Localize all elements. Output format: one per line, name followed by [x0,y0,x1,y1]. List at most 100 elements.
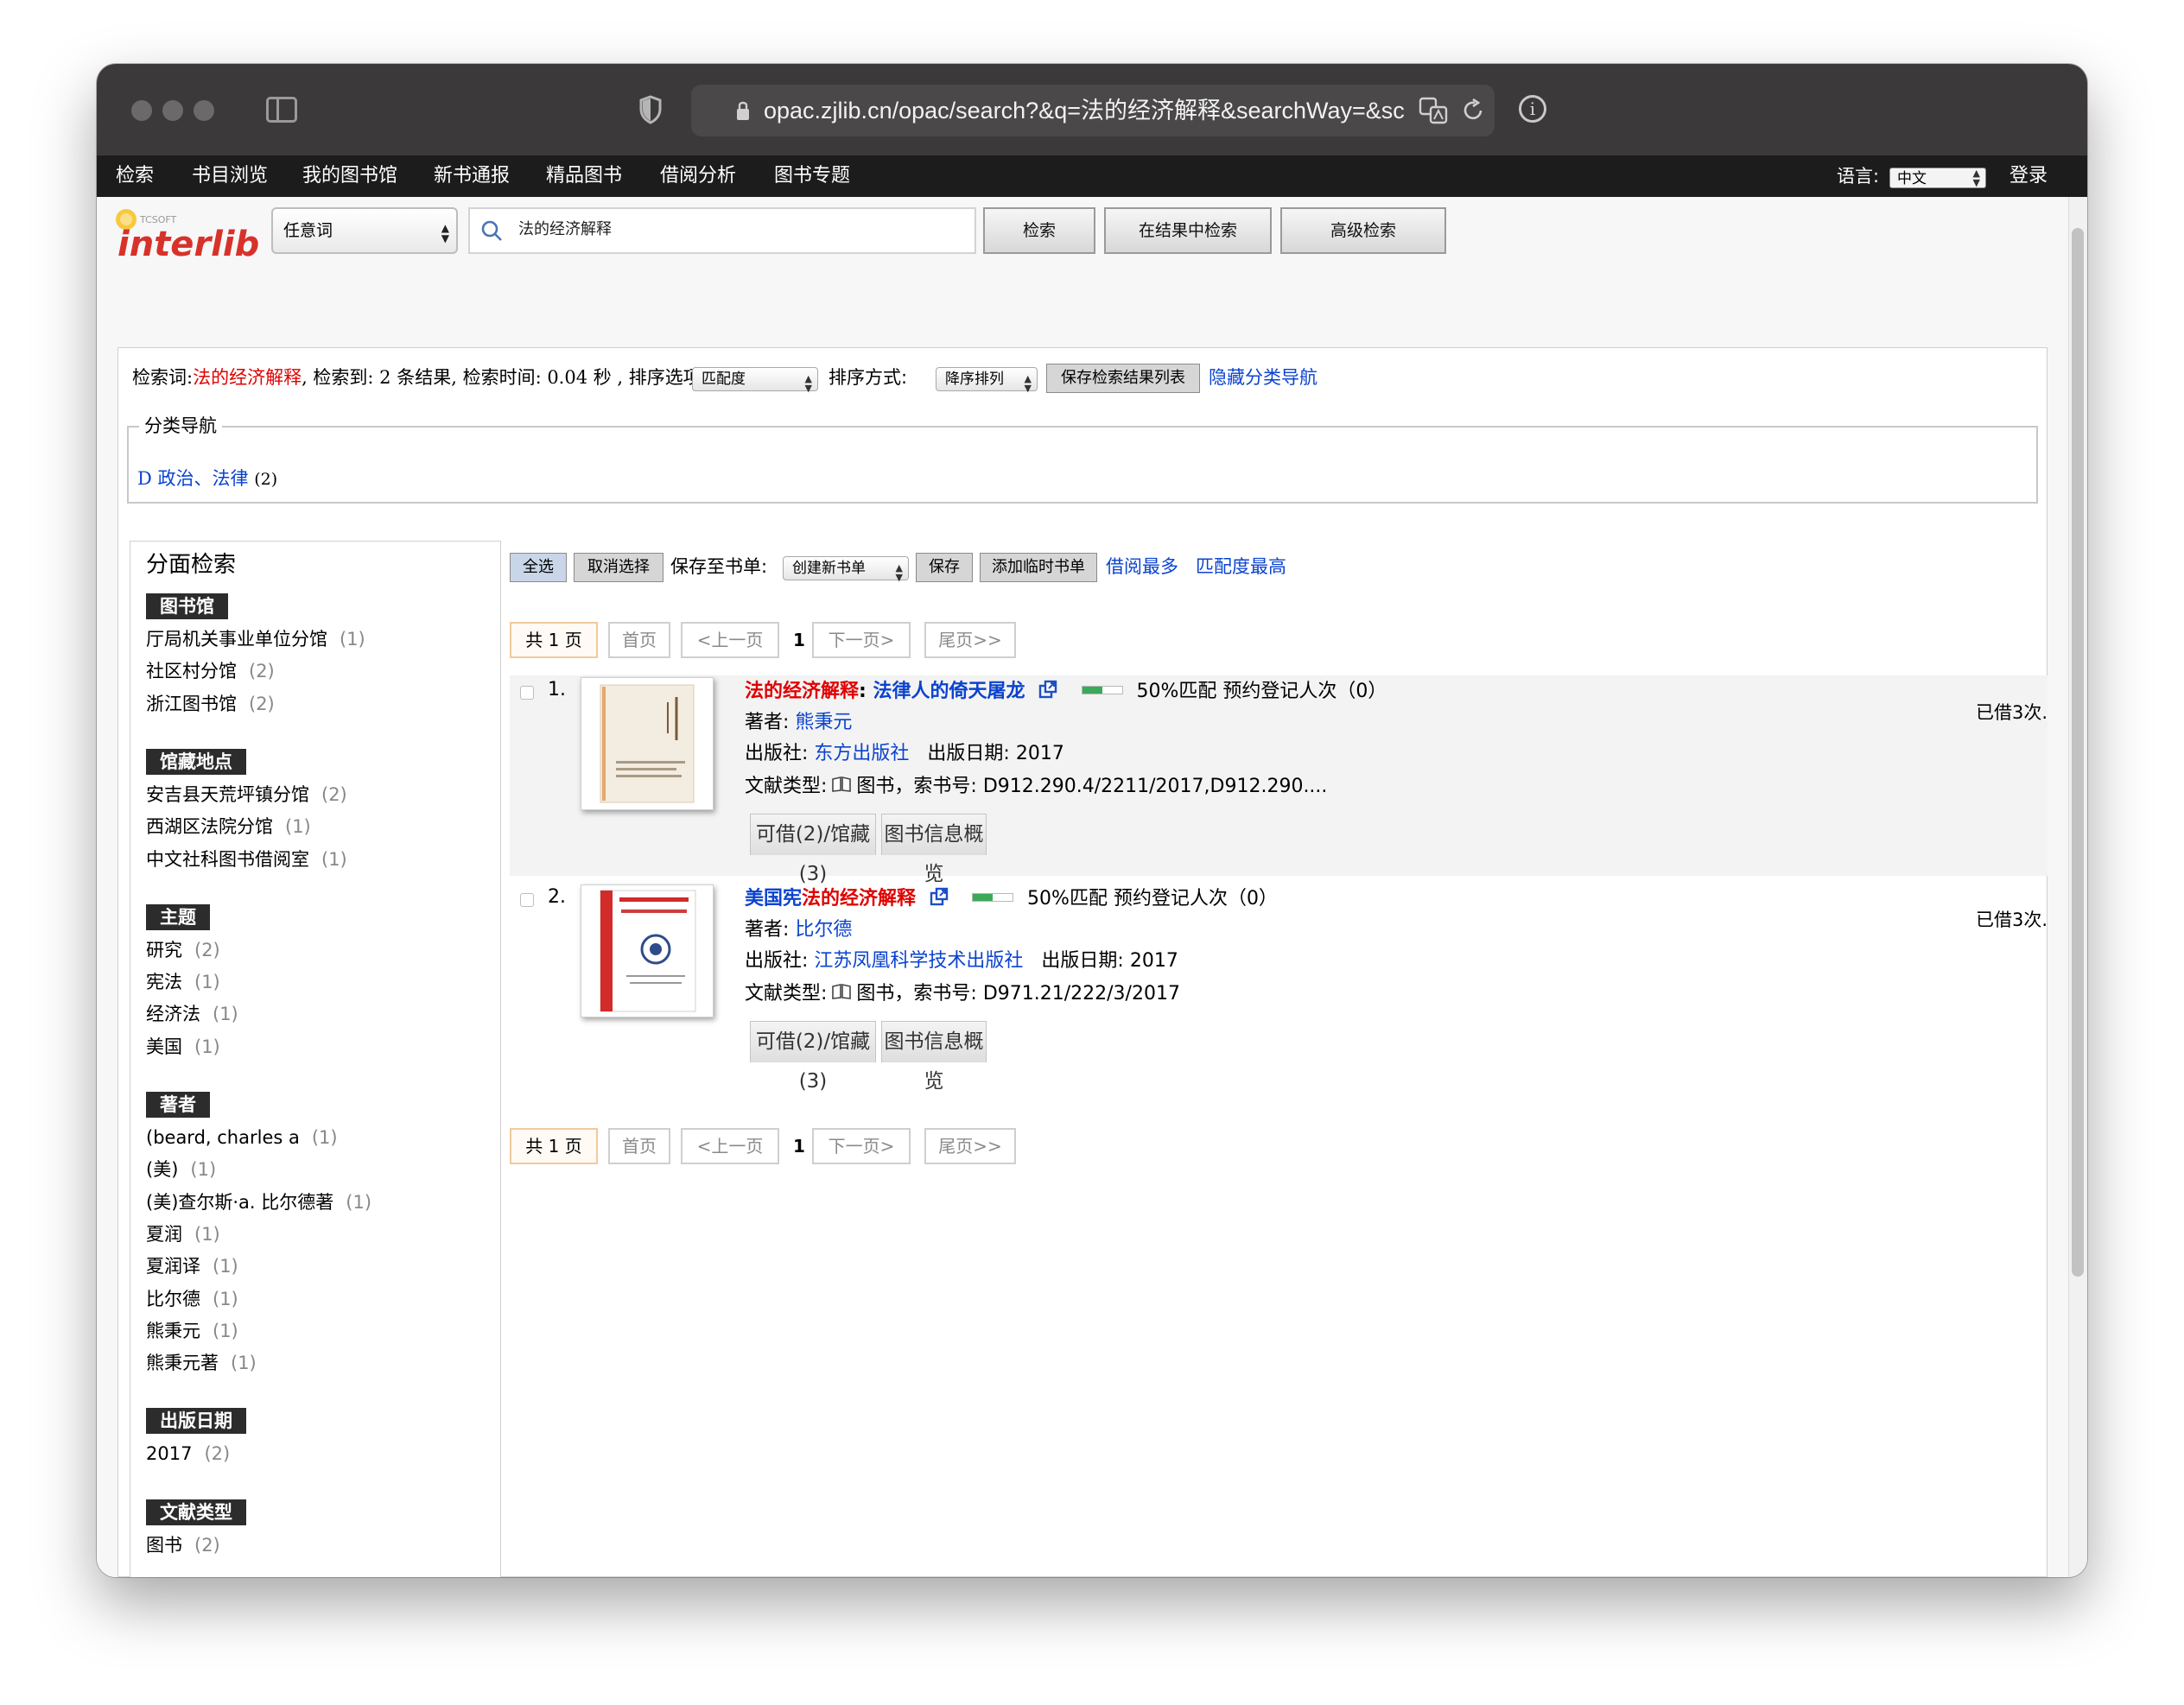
pager-last[interactable]: 尾页>> [924,622,1016,658]
facet-item[interactable]: 浙江图书馆 (2) [146,691,275,717]
tab-availability[interactable]: 可借(2)/馆藏(3) [750,1021,876,1093]
facet-item[interactable]: 夏润 (1) [146,1221,220,1247]
result-checkbox[interactable] [520,893,534,907]
search-field-select[interactable]: 任意词 ▲ ▼ [271,207,458,254]
facet-item[interactable]: 社区村分馆 (2) [146,658,275,684]
interlib-logo[interactable]: TCSOFT interlib [114,206,266,269]
facet-item[interactable]: 研究 (2) [146,937,220,963]
save-result-list-button[interactable]: 保存检索结果列表 [1046,364,1200,393]
facet-item-label[interactable]: 中文社科图书借阅室 [146,849,309,870]
facet-item[interactable]: 夏润译 (1) [146,1253,238,1279]
facet-item-label[interactable]: 经济法 [146,1004,200,1024]
facet-item-label[interactable]: 2017 [146,1443,192,1464]
pager-next[interactable]: 下一页> [812,1128,911,1164]
nav-item-my-library[interactable]: 我的图书馆 [302,164,397,188]
close-window-button[interactable] [131,100,152,121]
facet-item-label[interactable]: 夏润 [146,1224,182,1245]
advanced-search-button[interactable]: 高级检索 [1280,207,1446,254]
facet-item-label[interactable]: 宪法 [146,972,182,992]
select-all-button[interactable]: 全选 [510,553,567,582]
facet-item-label[interactable]: 安吉县天荒坪镇分馆 [146,784,309,805]
nav-item-browse[interactable]: 书目浏览 [192,164,268,188]
facet-item[interactable]: 安吉县天荒坪镇分馆 (2) [146,782,347,808]
author-link[interactable]: 熊秉元 [795,712,852,733]
tab-book-overview[interactable]: 图书信息概览 [881,814,987,885]
facet-item-label[interactable]: 夏润译 [146,1256,200,1277]
facet-item[interactable]: (beard, charles a (1) [146,1125,338,1150]
facet-item-label[interactable]: 比尔德 [146,1289,200,1309]
sort-most-borrowed-link[interactable]: 借阅最多 [1106,553,1178,580]
reload-icon[interactable] [1460,97,1486,124]
deselect-button[interactable]: 取消选择 [574,553,663,582]
tab-book-overview[interactable]: 图书信息概览 [881,1021,987,1093]
hide-category-nav-link[interactable]: 隐藏分类导航 [1209,364,1317,391]
sort-best-match-link[interactable]: 匹配度最高 [1196,553,1286,580]
sidebar-toggle-icon[interactable] [266,97,297,123]
title-highlight[interactable]: 法的经济解释 [802,888,916,910]
title-subtitle[interactable]: 法律人的倚天屠龙 [873,681,1025,702]
result-title[interactable]: 美国宪法的经济解释 50%匹配 预约登记人次（0） [745,886,1278,912]
facet-item-label[interactable]: 浙江图书馆 [146,694,237,714]
zoom-window-button[interactable] [194,100,214,121]
facet-item[interactable]: (美)查尔斯·a. 比尔德著 (1) [146,1189,371,1215]
translate-icon[interactable] [1419,97,1450,124]
author-link[interactable]: 比尔德 [795,919,852,941]
facet-item-label[interactable]: 西湖区法院分馆 [146,816,273,837]
book-cover-image[interactable] [581,677,714,810]
facet-item[interactable]: 图书 (2) [146,1532,220,1558]
facet-item[interactable]: 熊秉元 (1) [146,1318,238,1344]
external-link-icon[interactable] [930,887,949,906]
category-item-politics-law[interactable]: D 政治、法律 (2) [137,466,277,492]
facet-item[interactable]: 2017 (2) [146,1441,230,1467]
facet-item[interactable]: 经济法 (1) [146,1001,238,1027]
minimize-window-button[interactable] [162,100,183,121]
title-prefix[interactable]: 美国宪 [745,888,802,910]
nav-item-featured-books[interactable]: 精品图书 [546,164,622,188]
facet-item[interactable]: 宪法 (1) [146,969,220,995]
facet-item[interactable]: 西湖区法院分馆 (1) [146,814,311,840]
facet-item[interactable]: 熊秉元著 (1) [146,1350,257,1376]
address-bar[interactable]: opac.zjlib.cn/opac/search?&q=法的经济解释&sear… [691,85,1495,136]
facet-item-label[interactable]: 厅局机关事业单位分馆 [146,629,327,650]
facet-item[interactable]: 比尔德 (1) [146,1286,238,1312]
pager-last[interactable]: 尾页>> [924,1128,1016,1164]
nav-item-new-books[interactable]: 新书通报 [434,164,510,188]
facet-item[interactable]: 中文社科图书借阅室 (1) [146,846,347,872]
facet-item-label[interactable]: 研究 [146,940,182,960]
search-button[interactable]: 检索 [983,207,1095,254]
tab-availability[interactable]: 可借(2)/馆藏(3) [750,814,876,885]
nav-item-book-topics[interactable]: 图书专题 [774,164,850,188]
facet-item-label[interactable]: (beard, charles a [146,1127,300,1148]
facet-item-label[interactable]: (美)查尔斯·a. 比尔德著 [146,1192,333,1213]
shield-icon[interactable] [639,95,662,124]
facet-item-label[interactable]: 社区村分馆 [146,661,237,681]
facet-item[interactable]: (美) (1) [146,1157,216,1182]
add-temp-booklist-button[interactable]: 添加临时书单 [980,553,1097,582]
pager-prev[interactable]: <上一页 [681,1128,779,1164]
facet-item-label[interactable]: 图书 [146,1535,182,1556]
facet-item-label[interactable]: 熊秉元著 [146,1353,219,1373]
login-link[interactable]: 登录 [2009,164,2048,188]
info-icon[interactable]: i [1519,95,1546,123]
category-item-label[interactable]: D 政治、法律 [137,468,249,489]
book-cover-image[interactable] [581,884,714,1017]
sort-order-select[interactable]: 降序排列 ▲ ▼ [936,367,1038,393]
title-highlight[interactable]: 法的经济解释 [745,681,859,702]
scrollbar-thumb[interactable] [2072,228,2084,1277]
publisher-link[interactable]: 江苏凤凰科学技术出版社 [814,950,1023,972]
booklist-select[interactable]: 创建新书单 ▲ ▼ [783,556,909,582]
language-select[interactable]: 中文 ▲ ▼ [1889,168,1986,188]
external-link-icon[interactable] [1038,680,1057,699]
pager-first[interactable]: 首页 [608,622,670,658]
nav-item-search[interactable]: 检索 [116,164,154,188]
nav-item-borrow-analysis[interactable]: 借阅分析 [660,164,736,188]
search-within-results-button[interactable]: 在结果中检索 [1104,207,1272,254]
pager-prev[interactable]: <上一页 [681,622,779,658]
facet-item[interactable]: 美国 (1) [146,1034,220,1060]
pager-first[interactable]: 首页 [608,1128,670,1164]
result-title[interactable]: 法的经济解释: 法律人的倚天屠龙 50%匹配 预约登记人次（0） [745,679,1387,705]
sort-option-select[interactable]: 匹配度 ▲ ▼ [692,367,818,393]
pager-next[interactable]: 下一页> [812,622,911,658]
facet-item-label[interactable]: 熊秉元 [146,1321,200,1341]
facet-item-label[interactable]: 美国 [146,1036,182,1057]
